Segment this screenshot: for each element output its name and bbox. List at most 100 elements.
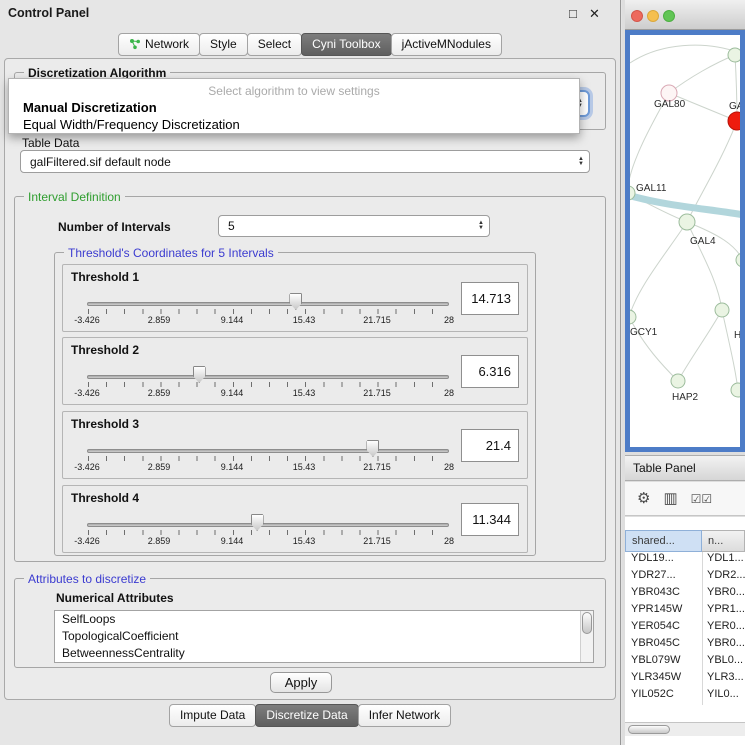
list-item-selfloops[interactable]: SelfLoops	[55, 611, 593, 628]
tab-network[interactable]: Network	[118, 33, 200, 56]
threshold-3-slider-thumb[interactable]	[366, 440, 379, 457]
tab-jactivemnodules[interactable]: jActiveMNodules	[391, 33, 502, 56]
tab-cyni-toolbox[interactable]: Cyni Toolbox	[301, 33, 391, 56]
list-item-topologicalcoefficient[interactable]: TopologicalCoefficient	[55, 628, 593, 645]
algorithm-option-manual-discretization[interactable]: Manual Discretization	[23, 100, 157, 115]
table-horizontal-scrollbar[interactable]	[625, 722, 745, 736]
tick-label: 15.43	[293, 315, 316, 325]
cell-name[interactable]: YBL0...	[702, 654, 745, 671]
numerical-attributes-heading: Numerical Attributes	[56, 591, 174, 605]
node-hap2[interactable]	[671, 374, 685, 388]
network-canvas[interactable]: GAL80 GA GAL11 GAL4 GCY1 H HAP2	[630, 35, 740, 447]
zoom-traffic-light-icon[interactable]	[663, 10, 675, 22]
table-panel-header: Table Panel	[625, 455, 745, 481]
tab-discretize-data[interactable]: Discretize Data	[255, 704, 358, 727]
node[interactable]	[715, 303, 729, 317]
node-label: GAL11	[636, 183, 667, 194]
cell-shared-name[interactable]: YBR043C	[625, 586, 702, 603]
cell-name[interactable]: YDR2...	[702, 569, 745, 586]
cell-shared-name[interactable]: YBR045C	[625, 637, 702, 654]
threshold-2-value-field[interactable]: 6.316	[461, 355, 519, 388]
tick-label: 2.859	[148, 388, 171, 398]
threshold-1-slider-thumb[interactable]	[289, 293, 302, 310]
network-window-titlebar[interactable]	[625, 0, 745, 30]
tick-label: 15.43	[293, 462, 316, 472]
scrollbar-thumb[interactable]	[582, 612, 592, 634]
columns-icon[interactable]: ▥	[663, 491, 677, 506]
threshold-1-slider-ticks	[88, 309, 450, 314]
cell-shared-name[interactable]: YDR27...	[625, 569, 702, 586]
tab-impute-data[interactable]: Impute Data	[169, 704, 256, 727]
cell-name[interactable]: YBR0...	[702, 637, 745, 654]
node[interactable]	[728, 48, 740, 62]
algorithm-option-equal-width-frequency[interactable]: Equal Width/Frequency Discretization	[23, 117, 240, 132]
table-row[interactable]: YLR345W YLR3...	[625, 671, 745, 688]
threshold-2-slider-thumb[interactable]	[193, 366, 206, 383]
node-gcy1[interactable]	[630, 310, 636, 324]
minimize-traffic-light-icon[interactable]	[647, 10, 659, 22]
column-header-name[interactable]: n...	[702, 530, 745, 552]
threshold-4-value-field[interactable]: 11.344	[461, 503, 519, 536]
gear-icon[interactable]: ⚙	[637, 491, 650, 506]
node-gal4[interactable]	[679, 214, 695, 230]
node[interactable]	[736, 253, 740, 267]
algorithm-option-placeholder[interactable]: Select algorithm to view settings	[9, 84, 579, 98]
cell-name[interactable]: YBR0...	[702, 586, 745, 603]
threshold-2-slider-track[interactable]	[87, 375, 449, 379]
cell-shared-name[interactable]: YLR345W	[625, 671, 702, 688]
threshold-panel-4: Threshold 4 -3.426 2.859 9.144 15.43 21.…	[62, 485, 528, 553]
right-column: GAL80 GA GAL11 GAL4 GCY1 H HAP2 Table Pa…	[622, 0, 745, 745]
combo-stepper-icon[interactable]: ▲▼	[578, 157, 589, 167]
cell-shared-name[interactable]: YDL19...	[625, 552, 702, 569]
numerical-attributes-list[interactable]: SelfLoops TopologicalCoefficient Between…	[54, 610, 594, 663]
close-panel-icon[interactable]: ✕	[589, 6, 600, 22]
list-vertical-scrollbar[interactable]	[580, 611, 593, 662]
tab-infer-network[interactable]: Infer Network	[358, 704, 451, 727]
number-of-intervals-combobox[interactable]: 5 ▲▼	[218, 215, 490, 237]
cell-shared-name[interactable]: YBL079W	[625, 654, 702, 671]
selected-red-node[interactable]	[728, 112, 740, 130]
cell-name[interactable]: YDL1...	[702, 552, 745, 569]
network-view-window: GAL80 GA GAL11 GAL4 GCY1 H HAP2	[625, 0, 745, 452]
table-row[interactable]: YDR27... YDR2...	[625, 569, 745, 586]
highlighted-edge[interactable]	[630, 195, 740, 215]
scrollbar-thumb[interactable]	[628, 725, 670, 734]
cell-name[interactable]: YER0...	[702, 620, 745, 637]
table-row[interactable]: YDL19... YDL1...	[625, 552, 745, 569]
node-label: GA	[729, 101, 740, 112]
cell-name[interactable]: YPR1...	[702, 603, 745, 620]
table-row[interactable]: YIL052C YIL0...	[625, 688, 745, 705]
table-row[interactable]: YER054C YER0...	[625, 620, 745, 637]
tab-select[interactable]: Select	[247, 33, 302, 56]
cell-shared-name[interactable]: YPR145W	[625, 603, 702, 620]
cell-shared-name[interactable]: YIL052C	[625, 688, 702, 705]
bottom-tab-bar: Impute Data Discretize Data Infer Networ…	[0, 704, 621, 727]
table-row[interactable]: YBR045C YBR0...	[625, 637, 745, 654]
threshold-1-slider-track[interactable]	[87, 302, 449, 306]
threshold-3-value-field[interactable]: 21.4	[461, 429, 519, 462]
number-of-intervals-label: Number of Intervals	[58, 220, 171, 234]
column-header-shared-name[interactable]: shared...	[625, 530, 702, 552]
node-label: H	[734, 330, 740, 341]
tab-style[interactable]: Style	[199, 33, 248, 56]
cell-shared-name[interactable]: YER054C	[625, 620, 702, 637]
combo-stepper-icon[interactable]: ▲▼	[478, 221, 489, 231]
table-row[interactable]: YBR043C YBR0...	[625, 586, 745, 603]
threshold-3-slider-track[interactable]	[87, 449, 449, 453]
threshold-4-slider-track[interactable]	[87, 523, 449, 527]
close-traffic-light-icon[interactable]	[631, 10, 643, 22]
float-panel-icon[interactable]: □	[569, 6, 577, 22]
cell-name[interactable]: YLR3...	[702, 671, 745, 688]
threshold-1-value-field[interactable]: 14.713	[461, 282, 519, 315]
list-item-betweennesscentrality[interactable]: BetweennessCentrality	[55, 645, 593, 662]
table-row[interactable]: YBL079W YBL0...	[625, 654, 745, 671]
node-label: GAL4	[690, 236, 716, 247]
cell-name[interactable]: YIL0...	[702, 688, 745, 705]
table-data-combobox[interactable]: galFiltered.sif default node ▲▼	[20, 150, 590, 173]
select-all-checkbox-icon[interactable]: ☑☑	[691, 493, 713, 505]
tab-discretize-data-label: Discretize Data	[266, 708, 347, 722]
node[interactable]	[731, 383, 740, 397]
table-row[interactable]: YPR145W YPR1...	[625, 603, 745, 620]
threshold-4-slider-thumb[interactable]	[251, 514, 264, 531]
apply-button[interactable]: Apply	[270, 672, 332, 693]
